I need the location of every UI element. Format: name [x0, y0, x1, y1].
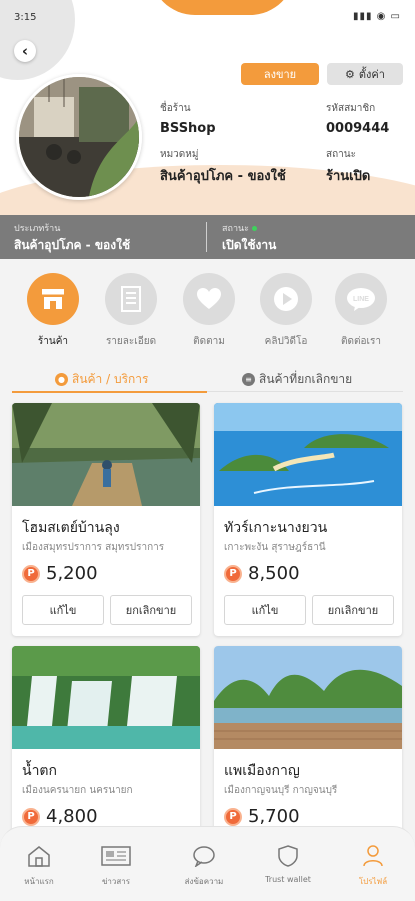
- sell-button[interactable]: ลงขาย: [241, 63, 319, 85]
- menu-contact-label: ติดต่อเรา: [341, 336, 381, 347]
- product-title: แพเมืองกาญ: [224, 763, 300, 779]
- coin-icon: P: [224, 807, 242, 826]
- status-icons: ▮▮▮ ◉ ▭: [352, 11, 401, 22]
- product-card[interactable]: แพเมืองกาญ เมืองกาญจนบุรี กาญจนบุรี P 5,…: [214, 646, 402, 846]
- tab-cancelled[interactable]: ≡ สินค้าที่ยกเลิกขาย: [242, 368, 352, 390]
- menu-follow-label: ติดตาม: [193, 336, 225, 347]
- price-value: 5,700: [248, 806, 300, 827]
- coin-icon: P: [22, 564, 40, 583]
- price-value: 4,800: [46, 806, 98, 827]
- coin-icon: P: [224, 564, 242, 583]
- shop-type-label: ประเภทร้าน: [14, 224, 61, 234]
- product-location: เกาะพะงัน สุราษฎร์ธานี: [224, 542, 326, 553]
- heart-icon: [183, 273, 235, 325]
- category-label: หมวดหมู่: [160, 149, 199, 160]
- news-icon: [101, 846, 131, 866]
- status-label: สถานะ: [326, 149, 356, 160]
- nav-profile[interactable]: โปรไฟล์: [338, 845, 408, 888]
- product-card[interactable]: โฮมสเตย์บ้านลุง เมืองสมุทรปราการ สมุทรปร…: [12, 403, 200, 636]
- info-bar: ประเภทร้าน สินค้าอุปโภค - ของใช้ สถานะ เ…: [0, 215, 415, 259]
- nav-profile-label: โปรไฟล์: [358, 877, 388, 886]
- product-price: P 8,500: [224, 563, 300, 584]
- nav-home[interactable]: หน้าแรก: [4, 845, 74, 888]
- product-price: P 4,800: [22, 806, 98, 827]
- home-icon: [28, 846, 50, 867]
- product-card[interactable]: ทัวร์เกาะนางยวน เกาะพะงัน สุราษฎร์ธานี P…: [214, 403, 402, 636]
- profile-icon: [363, 845, 383, 867]
- state-label: สถานะ: [222, 224, 249, 234]
- tab-products-label: สินค้า / บริการ: [72, 371, 149, 386]
- product-location: เมืองสมุทรปราการ สมุทรปราการ: [22, 542, 165, 553]
- price-value: 5,200: [46, 563, 98, 584]
- tab-divider: [207, 391, 403, 392]
- menu-shop[interactable]: ร้านค้า: [23, 273, 83, 349]
- settings-label: ตั้งค่า: [358, 68, 385, 81]
- product-image: [12, 403, 200, 506]
- bottom-navigation: หน้าแรก ข่าวสาร ส่งข้อความ Trust wallet …: [0, 826, 415, 901]
- nav-messages[interactable]: ส่งข้อความ: [169, 845, 239, 888]
- member-code-label: รหัสสมาชิก: [326, 103, 376, 114]
- menu-videos[interactable]: คลิปวิดีโอ: [256, 273, 316, 349]
- product-image: [214, 646, 402, 749]
- document-icon: [105, 273, 157, 325]
- cart-icon: ●: [55, 372, 68, 386]
- play-icon: [260, 273, 312, 325]
- back-button[interactable]: ‹: [14, 40, 36, 62]
- nav-messages-label: ส่งข้อความ: [184, 877, 224, 886]
- shield-icon: [278, 845, 298, 867]
- product-price: P 5,700: [224, 806, 300, 827]
- product-title: โฮมสเตย์บ้านลุง: [22, 520, 120, 536]
- edit-button[interactable]: แก้ไข: [22, 595, 104, 625]
- product-image: [214, 403, 402, 506]
- gear-icon: ⚙: [345, 67, 355, 81]
- status-time: 3:15: [14, 12, 37, 23]
- cancel-sale-button[interactable]: ยกเลิกขาย: [312, 595, 394, 625]
- edit-button[interactable]: แก้ไข: [224, 595, 306, 625]
- cancel-sale-button[interactable]: ยกเลิกขาย: [110, 595, 192, 625]
- menu-videos-label: คลิปวิดีโอ: [264, 336, 308, 347]
- nav-news[interactable]: ข่าวสาร: [81, 845, 151, 888]
- product-title: ทัวร์เกาะนางยวน: [224, 520, 328, 536]
- menu-details-label: รายละเอียด: [105, 336, 157, 347]
- chat-icon: [193, 846, 215, 868]
- product-title: น้ำตก: [22, 763, 57, 779]
- menu-contact[interactable]: LINE ติดต่อเรา: [331, 273, 391, 349]
- category-value: สินค้าอุปโภค - ของใช้: [160, 169, 286, 184]
- product-card[interactable]: น้ำตก เมืองนครนายก นครนายก P 4,800: [12, 646, 200, 846]
- product-location: เมืองกาญจนบุรี กาญจนบุรี: [224, 785, 338, 796]
- menu-follow[interactable]: ติดตาม: [179, 273, 239, 349]
- state-label-wrap: สถานะ: [222, 221, 257, 235]
- product-price: P 5,200: [22, 563, 98, 584]
- svg-text:LINE: LINE: [353, 296, 369, 303]
- shop-name: BSShop: [160, 121, 216, 136]
- line-icon: LINE: [335, 273, 387, 325]
- nav-trust-wallet-label: Trust wallet: [265, 875, 311, 884]
- tab-products[interactable]: ● สินค้า / บริการ: [55, 368, 148, 390]
- list-icon: ≡: [242, 372, 255, 386]
- shop-name-label: ชื่อร้าน: [160, 103, 191, 114]
- nav-trust-wallet[interactable]: Trust wallet: [253, 845, 323, 884]
- menu-details[interactable]: รายละเอียด: [101, 273, 161, 349]
- product-image: [12, 646, 200, 749]
- decor-orange-blob: [150, 0, 295, 15]
- chevron-left-icon: ‹: [21, 42, 29, 60]
- nav-news-label: ข่าวสาร: [101, 877, 131, 886]
- shop-avatar: [16, 74, 142, 200]
- member-code: 0009444: [326, 121, 390, 136]
- price-value: 8,500: [248, 563, 300, 584]
- shop-status: ร้านเปิด: [326, 169, 371, 184]
- state-value: เปิดใช้งาน: [222, 238, 277, 252]
- shop-type-value: สินค้าอุปโภค - ของใช้: [14, 238, 131, 252]
- tab-active-indicator: [12, 391, 207, 393]
- coin-icon: P: [22, 807, 40, 826]
- tab-cancelled-label: สินค้าที่ยกเลิกขาย: [259, 371, 353, 386]
- shop-icon: [27, 273, 79, 325]
- decor-gray-blob: [0, 0, 75, 80]
- settings-button[interactable]: ⚙ ตั้งค่า: [327, 63, 403, 85]
- menu-shop-label: ร้านค้า: [37, 336, 69, 347]
- nav-home-label: หน้าแรก: [24, 877, 54, 886]
- product-location: เมืองนครนายก นครนายก: [22, 785, 133, 796]
- online-dot: [251, 226, 257, 231]
- info-divider: [206, 222, 207, 252]
